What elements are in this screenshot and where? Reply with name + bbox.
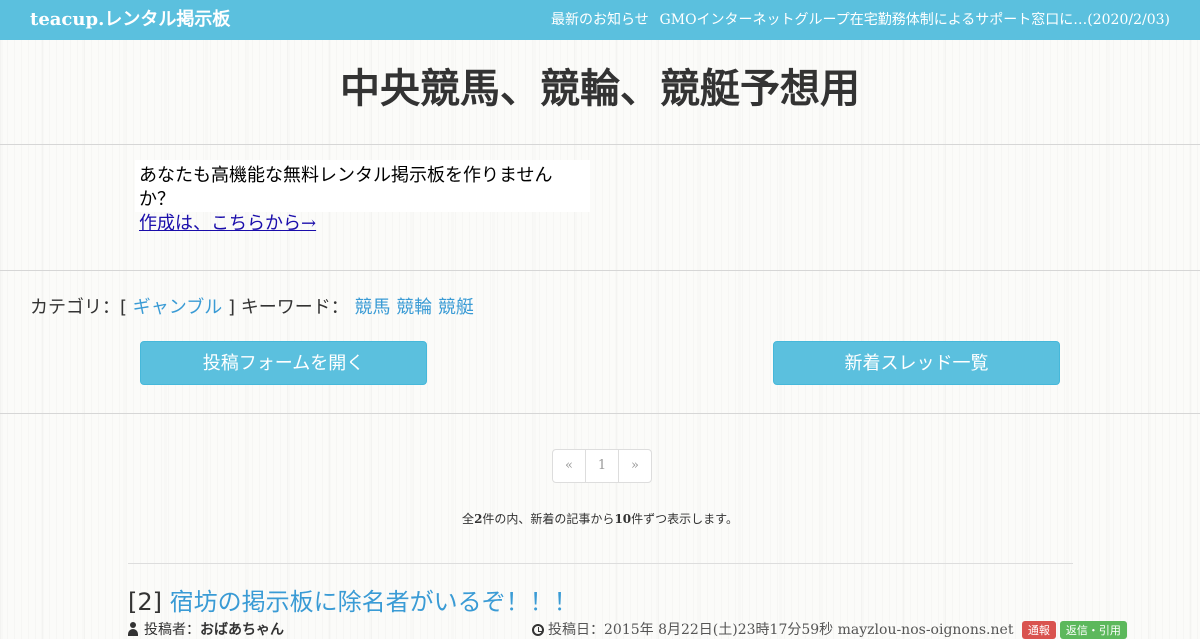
host-value: mayzlou-nos-oignons.net [837, 622, 1014, 638]
category-label: カテゴリ：[ [30, 297, 128, 318]
divider [0, 413, 1200, 414]
summary-suffix: 件ずつ表示します。 [631, 512, 738, 526]
post-title-link[interactable]: 宿坊の掲示板に除名者がいるぞ！！！ [170, 588, 578, 616]
keyword-link[interactable]: 競艇 [438, 297, 474, 318]
pagination-next[interactable]: » [618, 450, 651, 482]
brand-link[interactable]: teacup.レンタル掲示板 [30, 0, 230, 40]
clock-icon [532, 624, 544, 636]
notice-link[interactable]: GMOインターネットグループ在宅勤務体制によるサポート窓口に…(2020/2/0… [660, 0, 1170, 40]
post-title: [2] 宿坊の掲示板に除名者がいるぞ！！！ [128, 582, 578, 617]
date-label: 投稿日： [548, 622, 604, 638]
author-name: おばあちゃん [200, 622, 284, 638]
divider [0, 144, 1200, 145]
promo-create-link[interactable]: 作成は、こちらから→ [139, 212, 586, 236]
open-post-form-button[interactable]: 投稿フォームを開く [140, 341, 427, 385]
pagination: « 1 » [552, 449, 652, 483]
divider [0, 270, 1200, 271]
pagination-page[interactable]: 1 [585, 450, 618, 482]
summary-prefix: 全 [462, 512, 475, 526]
news-link[interactable]: 最新のお知らせ [551, 0, 649, 40]
promo-box: あなたも高機能な無料レンタル掲示板を作りませんか？ 作成は、こちらから→ [135, 160, 590, 234]
person-icon [128, 622, 138, 636]
post-count-summary: 全2件の内、新着の記事から10件ずつ表示します。 [0, 510, 1200, 527]
category-keyword-line: カテゴリ：[ ギャンブル ] キーワード： 競馬 競輪 競艇 [30, 293, 474, 319]
keyword-link[interactable]: 競馬 [354, 297, 390, 318]
post-author: 投稿者：おばあちゃん [128, 619, 284, 639]
keyword-label: ] キーワード： [227, 297, 349, 318]
post-divider [128, 563, 1073, 564]
category-link[interactable]: ギャンブル [133, 297, 222, 318]
top-navbar: teacup.レンタル掲示板 最新のお知らせ GMOインターネットグループ在宅勤… [0, 0, 1200, 40]
keyword-link[interactable]: 競輪 [396, 297, 432, 318]
report-badge[interactable]: 通報 [1021, 621, 1056, 639]
page-title: 中央競馬、競輪、競艇予想用 [340, 66, 860, 112]
author-label: 投稿者： [144, 622, 200, 638]
promo-text: あなたも高機能な無料レンタル掲示板を作りませんか？ [139, 165, 553, 210]
date-value: 2015年 8月22日(土)23時17分59秒 [604, 622, 834, 638]
summary-per-page: 10 [614, 512, 632, 526]
post-date: 投稿日：2015年 8月22日(土)23時17分59秒 mayzlou-nos-… [532, 619, 1127, 639]
pagination-prev[interactable]: « [553, 450, 585, 482]
new-threads-button[interactable]: 新着スレッド一覧 [773, 341, 1060, 385]
summary-middle: 件の内、新着の記事から [482, 512, 615, 526]
reply-badge[interactable]: 返信・引用 [1059, 621, 1127, 639]
post-number: [2] [128, 588, 162, 616]
